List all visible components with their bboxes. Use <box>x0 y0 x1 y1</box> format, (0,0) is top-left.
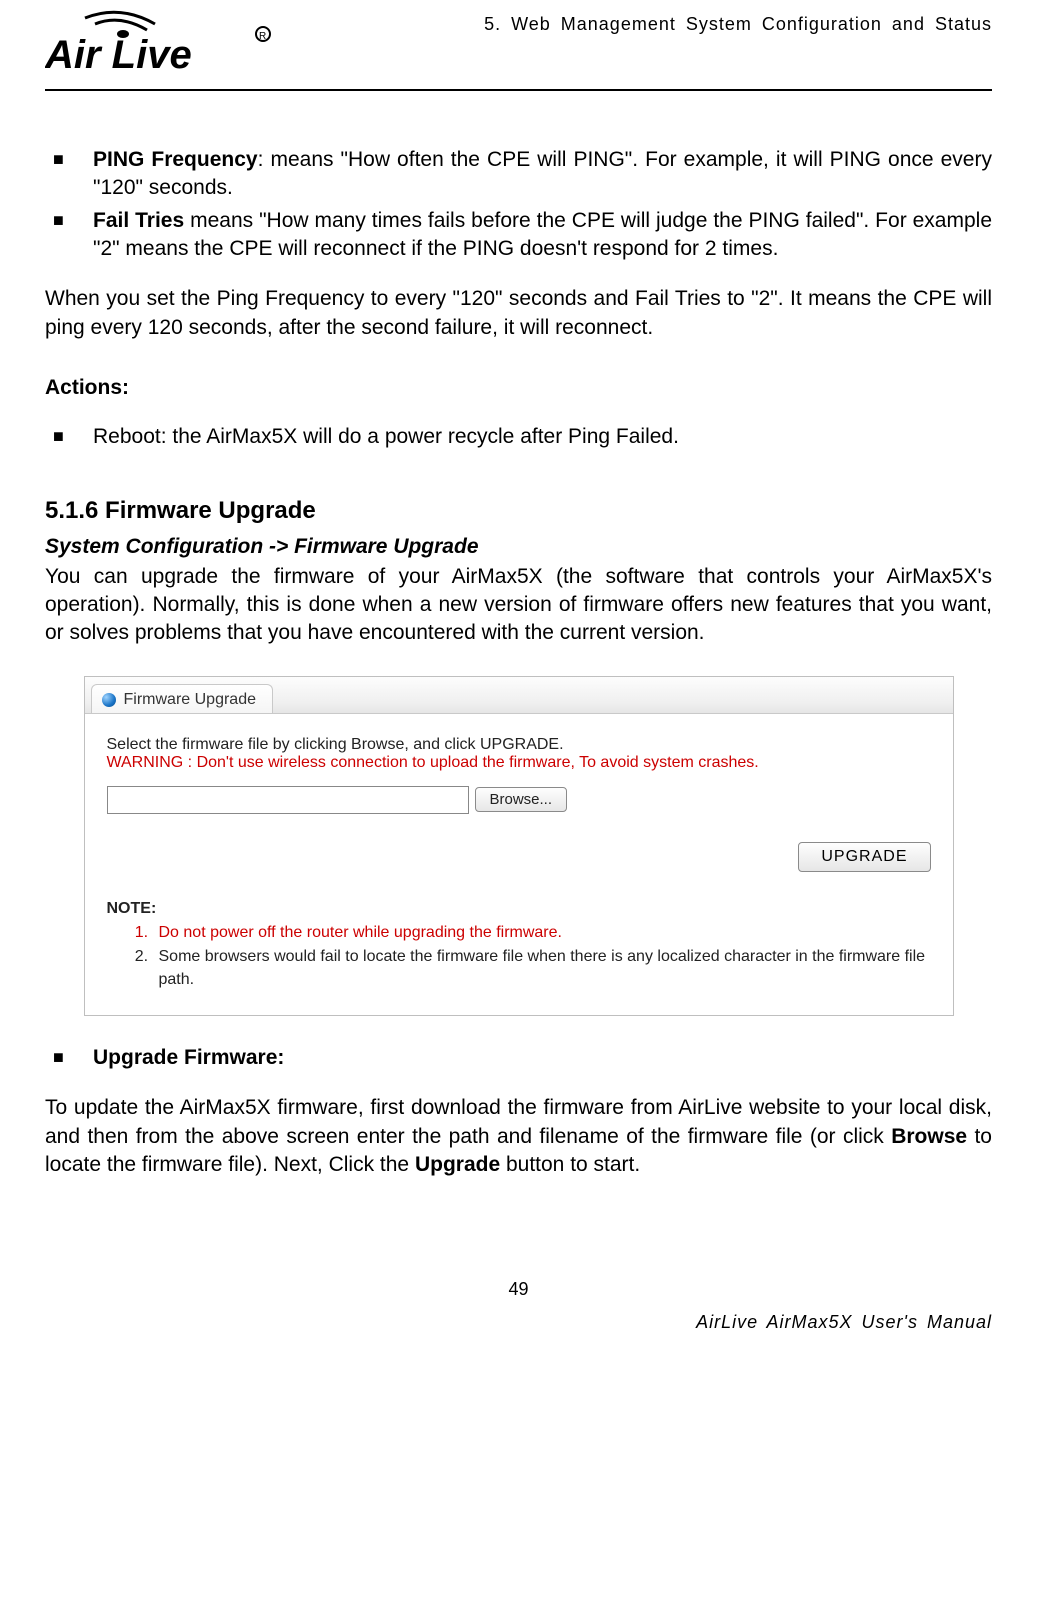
term: Fail Tries <box>93 209 184 232</box>
upgrade-button[interactable]: UPGRADE <box>798 842 930 872</box>
airlive-logo-icon: Air Live R <box>45 10 295 80</box>
firmware-upgrade-screenshot: Firmware Upgrade Select the firmware fil… <box>84 676 954 1016</box>
page-number: 49 <box>45 1279 992 1300</box>
upgrade-firmware-heading: Upgrade Firmware: <box>93 1046 284 1069</box>
upgrade-instructions: To update the AirMax5X firmware, first d… <box>45 1094 992 1179</box>
svg-text:Air Live: Air Live <box>45 33 192 77</box>
note-item: Some browsers would fail to locate the f… <box>153 946 931 991</box>
list-item: PING Frequency: means "How often the CPE… <box>45 146 992 203</box>
note-heading: NOTE: <box>107 900 931 918</box>
warning-text: WARNING : Don't use wireless connection … <box>107 754 931 772</box>
tab-bar: Firmware Upgrade <box>85 677 953 714</box>
tab-firmware-upgrade[interactable]: Firmware Upgrade <box>91 684 273 713</box>
breadcrumb: System Configuration -> Firmware Upgrade <box>45 535 992 559</box>
actions-list: Reboot: the AirMax5X will do a power rec… <box>45 423 992 451</box>
browse-button[interactable]: Browse... <box>475 787 568 812</box>
term: PING Frequency <box>93 148 258 171</box>
upgrade-row: UPGRADE <box>107 842 931 872</box>
page-root: Air Live R 5. Web Management System Conf… <box>0 0 1037 1369</box>
list-item: Fail Tries means "How many times fails b… <box>45 207 992 264</box>
example-paragraph: When you set the Ping Frequency to every… <box>45 285 992 342</box>
instruction-text: Select the firmware file by clicking Bro… <box>107 736 931 754</box>
definition-list: PING Frequency: means "How often the CPE… <box>45 146 992 263</box>
tab-icon <box>102 693 116 707</box>
chapter-title: 5. Web Management System Configuration a… <box>484 10 992 35</box>
panel-body: Select the firmware file by clicking Bro… <box>85 714 953 1015</box>
file-chooser-row: Browse... <box>107 786 931 814</box>
note-item: Do not power off the router while upgrad… <box>153 922 931 944</box>
actions-heading: Actions: <box>45 374 992 402</box>
page-header: Air Live R 5. Web Management System Conf… <box>45 10 992 85</box>
firmware-file-input[interactable] <box>107 786 469 814</box>
note-list: Do not power off the router while upgrad… <box>135 922 931 991</box>
footer-manual-title: AirLive AirMax5X User's Manual <box>696 1312 992 1333</box>
brand-logo: Air Live R <box>45 10 295 85</box>
header-rule <box>45 89 992 91</box>
section-heading: 5.1.6 Firmware Upgrade <box>45 497 992 525</box>
svg-text:R: R <box>259 31 266 42</box>
list-item: Reboot: the AirMax5X will do a power rec… <box>45 423 992 451</box>
definition-text: means "How many times fails before the C… <box>93 209 992 260</box>
list-item: Upgrade Firmware: <box>45 1044 992 1072</box>
section-intro: You can upgrade the firmware of your Air… <box>45 563 992 648</box>
tab-label: Firmware Upgrade <box>124 691 256 709</box>
action-reboot: Reboot: the AirMax5X will do a power rec… <box>93 425 679 448</box>
page-footer: 49 AirLive AirMax5X User's Manual <box>45 1279 992 1329</box>
upgrade-firmware-list: Upgrade Firmware: <box>45 1044 992 1072</box>
